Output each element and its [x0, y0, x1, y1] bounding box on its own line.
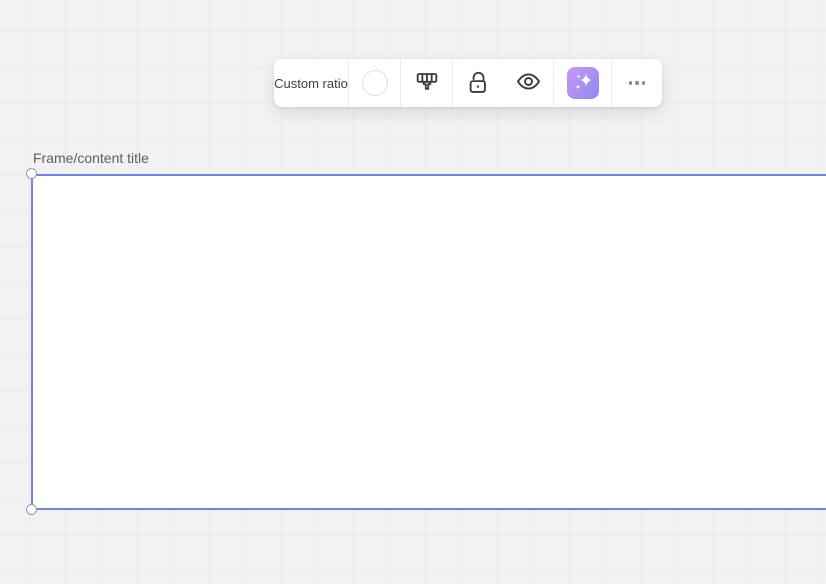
selection-handle-top-left[interactable]: [26, 168, 37, 179]
ellipsis-icon: [635, 81, 639, 85]
paint-roller-icon: [414, 69, 440, 98]
custom-ratio-button[interactable]: Custom ratio: [274, 59, 348, 107]
eye-icon: [515, 68, 542, 98]
ai-sparkles-icon: [567, 66, 599, 101]
lock-button[interactable]: [453, 59, 503, 107]
lock-visibility-group: [453, 59, 553, 107]
unlock-icon: [465, 69, 491, 98]
fill-color-button[interactable]: [349, 59, 400, 107]
paint-roller-button[interactable]: [401, 59, 452, 107]
ellipsis-icon: [629, 81, 633, 85]
more-options-button[interactable]: [612, 59, 662, 107]
ai-chip: [567, 67, 599, 99]
frame-title[interactable]: Frame/content title: [33, 150, 149, 166]
selected-frame[interactable]: [31, 174, 826, 510]
fill-color-swatch-icon: [362, 70, 388, 96]
visibility-button[interactable]: [503, 59, 553, 107]
context-toolbar: Custom ratio: [274, 59, 662, 107]
ellipsis-icon: [642, 81, 646, 85]
whiteboard-canvas[interactable]: Frame/content title Custom ratio: [0, 0, 826, 584]
selection-handle-bottom-left[interactable]: [26, 504, 37, 515]
ai-assist-button[interactable]: [554, 59, 611, 107]
